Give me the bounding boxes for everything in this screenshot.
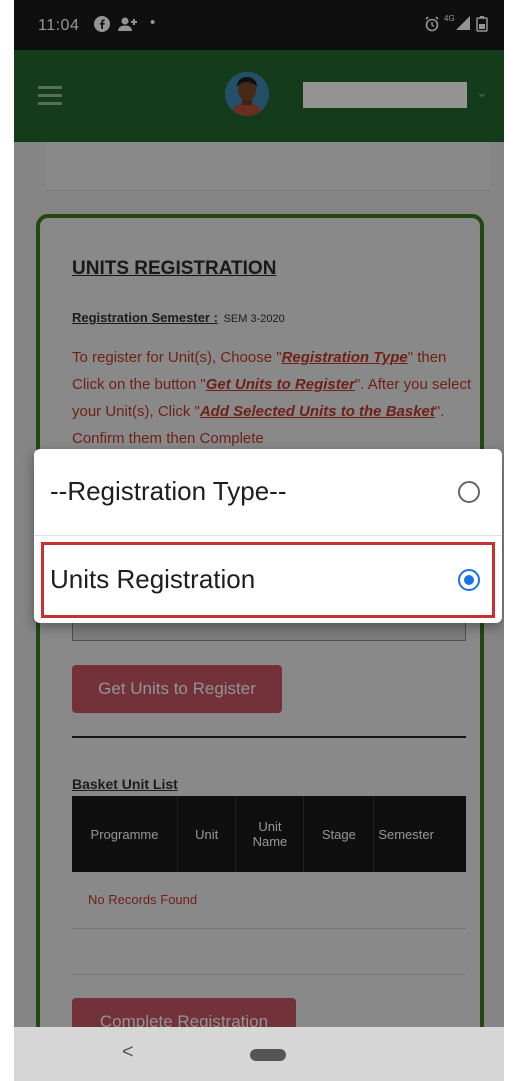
option-label: Units Registration bbox=[50, 564, 256, 594]
option-label: --Registration Type-- bbox=[50, 476, 287, 506]
phone-screen: 11:04 • 4G ⌄ UNITS REGISTRATION Registra… bbox=[14, 0, 504, 1081]
radio-unselected-icon[interactable] bbox=[458, 481, 480, 503]
system-nav-bar: < bbox=[14, 1027, 504, 1081]
registration-type-dialog: --Registration Type-- Units Registration bbox=[34, 449, 502, 623]
home-pill-icon[interactable] bbox=[250, 1049, 286, 1061]
option-units-registration[interactable]: Units Registration bbox=[34, 537, 502, 623]
radio-selected-icon[interactable] bbox=[458, 569, 480, 591]
divider bbox=[34, 535, 502, 536]
back-icon[interactable]: < bbox=[122, 1041, 134, 1064]
option-registration-type[interactable]: --Registration Type-- bbox=[34, 449, 502, 535]
